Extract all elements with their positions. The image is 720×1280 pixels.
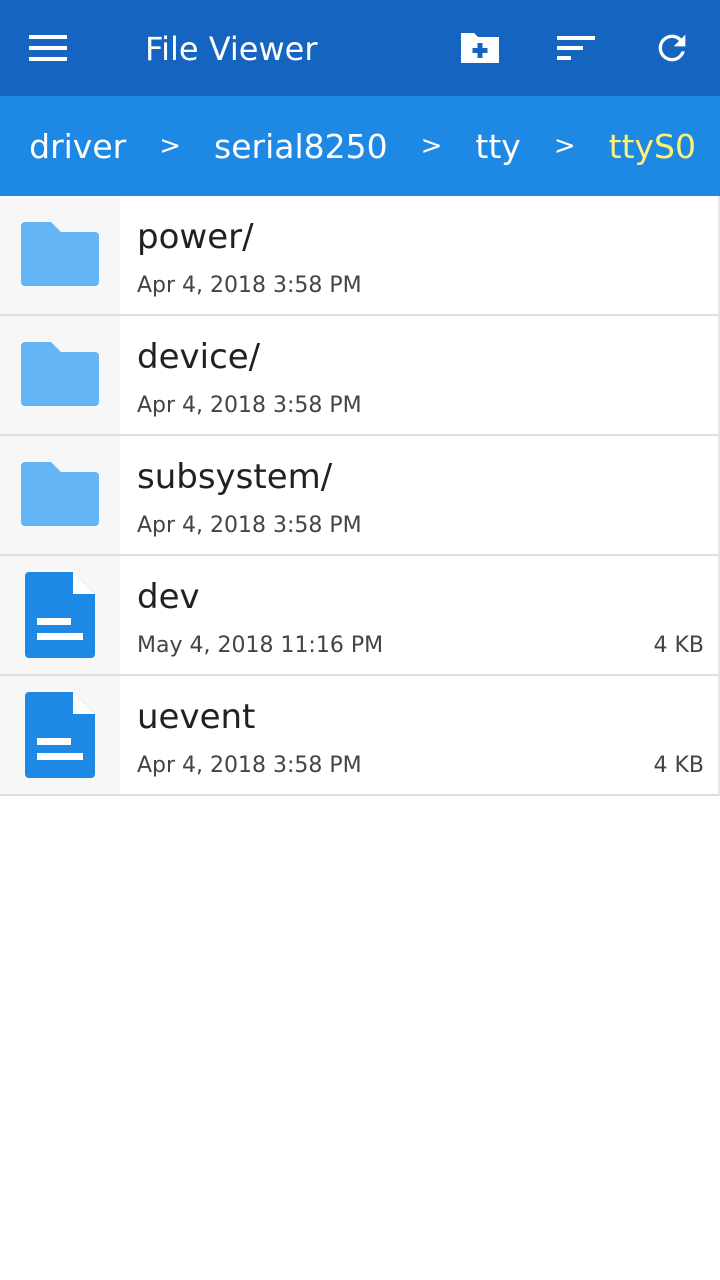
breadcrumb: 0 > driver > serial8250 > tty > ttyS0 [0, 96, 696, 196]
folder-icon [21, 342, 99, 406]
file-list-item-uevent[interactable]: uevent Apr 4, 2018 3:58 PM 4 KB [0, 676, 720, 796]
sort-icon [557, 36, 595, 60]
file-size: 4 KB [653, 633, 704, 658]
menu-button[interactable] [0, 0, 96, 96]
file-date: Apr 4, 2018 3:58 PM [137, 393, 362, 418]
app-title: File Viewer [145, 30, 318, 68]
file-name: power/ [137, 217, 254, 257]
item-icon-container [0, 316, 120, 434]
file-name: subsystem/ [137, 457, 333, 497]
breadcrumb-item-tty[interactable]: tty [475, 127, 520, 166]
breadcrumb-bar: 0 > driver > serial8250 > tty > ttyS0 [0, 96, 720, 196]
sort-button[interactable] [528, 0, 624, 96]
file-document-icon [25, 572, 95, 658]
hamburger-menu-icon [29, 35, 67, 61]
file-document-icon [25, 692, 95, 778]
breadcrumb-separator: > [159, 131, 182, 161]
file-name: dev [137, 577, 200, 617]
breadcrumb-separator: > [553, 131, 576, 161]
file-viewer-app: File Viewer 0 > driver [0, 0, 720, 1280]
file-list: power/ Apr 4, 2018 3:58 PM device/ Apr 4… [0, 196, 720, 796]
file-list-item-subsystem[interactable]: subsystem/ Apr 4, 2018 3:58 PM [0, 436, 720, 556]
item-icon-container [0, 556, 120, 674]
file-date: Apr 4, 2018 3:58 PM [137, 273, 362, 298]
file-size: 4 KB [653, 753, 704, 778]
file-date: Apr 4, 2018 3:58 PM [137, 513, 362, 538]
item-icon-container [0, 196, 120, 314]
folder-icon [21, 222, 99, 286]
folder-icon [21, 462, 99, 526]
file-name: uevent [137, 697, 256, 737]
file-name: device/ [137, 337, 261, 377]
file-date: May 4, 2018 11:16 PM [137, 633, 384, 658]
create-new-folder-icon [461, 33, 499, 63]
refresh-icon [658, 34, 686, 62]
file-list-item-device[interactable]: device/ Apr 4, 2018 3:58 PM [0, 316, 720, 436]
file-date: Apr 4, 2018 3:58 PM [137, 753, 362, 778]
breadcrumb-item-driver[interactable]: driver [29, 127, 126, 166]
file-list-item-power[interactable]: power/ Apr 4, 2018 3:58 PM [0, 196, 720, 316]
item-icon-container [0, 436, 120, 554]
new-folder-button[interactable] [432, 0, 528, 96]
app-toolbar: File Viewer [0, 0, 720, 96]
breadcrumb-current-item[interactable]: ttyS0 [609, 127, 696, 166]
breadcrumb-item-serial8250[interactable]: serial8250 [214, 127, 388, 166]
file-list-item-dev[interactable]: dev May 4, 2018 11:16 PM 4 KB [0, 556, 720, 676]
item-icon-container [0, 676, 120, 794]
refresh-button[interactable] [624, 0, 720, 96]
breadcrumb-separator: > [420, 131, 443, 161]
